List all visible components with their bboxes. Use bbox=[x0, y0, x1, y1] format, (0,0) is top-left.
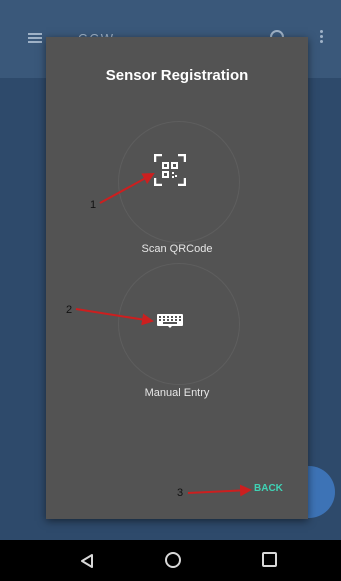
qr-code-scan-icon[interactable] bbox=[154, 154, 186, 186]
dialog-title: Sensor Registration bbox=[105, 67, 249, 84]
sensor-registration-dialog: Sensor Registration Scan QRCode Manual E… bbox=[46, 37, 308, 519]
annotation-number-3: 3 bbox=[177, 487, 184, 499]
annotation-number-2: 2 bbox=[66, 304, 73, 316]
system-nav-bar bbox=[0, 540, 341, 581]
menu-icon[interactable] bbox=[28, 33, 42, 43]
keyboard-icon[interactable] bbox=[157, 314, 183, 328]
more-vert-icon[interactable] bbox=[320, 30, 323, 45]
nav-recents-icon[interactable] bbox=[262, 552, 277, 567]
annotation-number-1: 1 bbox=[90, 199, 97, 211]
scan-qrcode-label: Scan QRCode bbox=[141, 243, 213, 255]
nav-home-icon[interactable] bbox=[165, 552, 181, 568]
manual-entry-label: Manual Entry bbox=[144, 387, 210, 399]
back-button[interactable]: BACK bbox=[254, 483, 283, 494]
nav-back-icon[interactable] bbox=[80, 554, 94, 568]
